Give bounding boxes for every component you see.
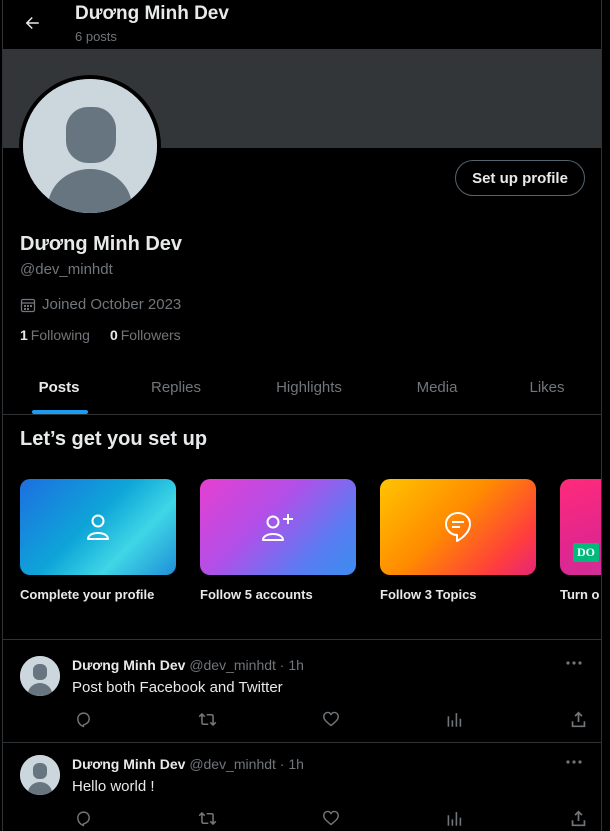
post-avatar[interactable]: [20, 755, 60, 795]
top-header: Dương Minh Dev 6 posts: [3, 0, 601, 49]
share-button[interactable]: [568, 808, 588, 828]
post-avatar[interactable]: [20, 656, 60, 696]
back-button[interactable]: [19, 10, 45, 36]
card-complete-profile[interactable]: Complete your profile: [20, 479, 176, 602]
repost-button[interactable]: [197, 709, 217, 729]
reply-icon: [76, 810, 90, 826]
like-button[interactable]: [321, 709, 341, 729]
header-post-count: 6 posts: [75, 29, 117, 44]
profile-tabs: Posts Replies Highlights Media Likes: [3, 363, 601, 415]
more-icon: [566, 760, 582, 764]
post-header: Dương Minh Dev @dev_minhdt · 1h: [72, 756, 304, 772]
person-add-icon: [262, 514, 293, 541]
card-label: Complete your profile: [20, 587, 155, 602]
repost-icon: [198, 811, 216, 825]
setup-title: Let’s get you set up: [20, 428, 208, 450]
like-button[interactable]: [321, 808, 341, 828]
tab-posts[interactable]: Posts: [39, 379, 80, 396]
setup-profile-button[interactable]: Set up profile: [455, 160, 585, 196]
post-author[interactable]: Dương Minh Dev: [72, 657, 185, 673]
heart-icon: [322, 810, 339, 826]
post-text: Hello world !: [72, 778, 155, 795]
card-badge: DO: [573, 543, 599, 562]
card-notifications[interactable]: DO Turn o: [560, 479, 601, 602]
setup-cards: Complete your profile Follow 5 accounts: [20, 479, 601, 609]
tab-media[interactable]: Media: [417, 379, 458, 396]
post[interactable]: Dương Minh Dev @dev_minhdt · 1h Hello wo…: [3, 739, 601, 831]
post-actions: [73, 808, 589, 828]
tab-highlights[interactable]: Highlights: [276, 379, 342, 396]
post-header: Dương Minh Dev @dev_minhdt · 1h: [72, 657, 304, 673]
views-chart-icon: [447, 811, 462, 826]
calendar-icon: [20, 298, 36, 312]
views-button[interactable]: [444, 709, 464, 729]
share-icon: [571, 809, 585, 826]
joined-text: Joined October 2023: [42, 296, 182, 313]
post-meta: @dev_minhdt · 1h: [189, 756, 304, 772]
post-meta: @dev_minhdt · 1h: [189, 657, 304, 673]
share-icon: [571, 710, 585, 727]
profile-name: Dương Minh Dev: [20, 233, 183, 255]
post-text: Post both Facebook and Twitter: [72, 679, 283, 696]
card-label: Turn o: [560, 587, 600, 602]
profile-column: Dương Minh Dev 6 posts Set up profile Dư…: [2, 0, 602, 831]
person-icon: [87, 514, 109, 540]
reply-icon: [76, 711, 90, 727]
more-icon: [566, 661, 582, 665]
tab-likes[interactable]: Likes: [529, 379, 564, 396]
followers-link[interactable]: 0 Followers: [110, 327, 181, 343]
default-avatar-icon: [23, 79, 157, 213]
topic-bubble-icon: [445, 512, 471, 542]
reply-button[interactable]: [73, 808, 93, 828]
profile-handle: @dev_minhdt: [20, 261, 113, 278]
follow-stats: 1 Following 0 Followers: [20, 327, 181, 343]
card-label: Follow 3 Topics: [380, 587, 477, 602]
heart-icon: [322, 711, 339, 727]
joined-date: Joined October 2023: [20, 296, 181, 313]
card-follow-topics[interactable]: Follow 3 Topics: [380, 479, 536, 602]
views-chart-icon: [447, 712, 462, 727]
active-tab-indicator: [32, 410, 88, 414]
header-name: Dương Minh Dev: [75, 3, 229, 24]
post-author[interactable]: Dương Minh Dev: [72, 756, 185, 772]
post[interactable]: Dương Minh Dev @dev_minhdt · 1h Post bot…: [3, 640, 601, 740]
following-link[interactable]: 1 Following: [20, 327, 90, 343]
card-label: Follow 5 accounts: [200, 587, 313, 602]
repost-icon: [198, 712, 216, 726]
card-follow-accounts[interactable]: Follow 5 accounts: [200, 479, 356, 602]
share-button[interactable]: [568, 709, 588, 729]
more-options-button[interactable]: [563, 653, 585, 673]
views-button[interactable]: [444, 808, 464, 828]
post-actions: [73, 709, 589, 729]
reply-button[interactable]: [73, 709, 93, 729]
profile-avatar[interactable]: [19, 75, 161, 217]
arrow-left-icon: [25, 17, 39, 29]
more-options-button[interactable]: [563, 752, 585, 772]
tab-replies[interactable]: Replies: [151, 379, 201, 396]
repost-button[interactable]: [197, 808, 217, 828]
